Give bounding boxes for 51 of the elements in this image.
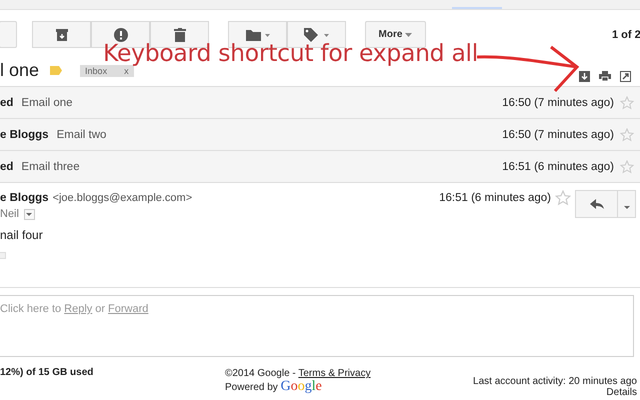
sender-name: ed — [0, 96, 14, 108]
exclamation-icon — [114, 28, 128, 42]
collapsed-message[interactable]: ed Email three 16:51 (6 minutes ago) — [0, 150, 640, 182]
archive-button[interactable] — [32, 21, 91, 48]
powered-by-text: Powered by — [225, 382, 278, 393]
copyright-text: ©2014 Google - — [225, 368, 296, 379]
reply-prompt: Click here to — [0, 303, 62, 315]
caret-icon — [624, 206, 630, 208]
collapsed-message[interactable]: e Bloggs Email two 16:50 (7 minutes ago) — [0, 118, 640, 150]
account-activity: Last account activity: 20 minutes ago — [473, 376, 637, 387]
archive-icon — [56, 28, 68, 40]
more-button[interactable]: More — [365, 21, 426, 48]
trash-icon — [174, 28, 186, 42]
star-icon[interactable] — [620, 160, 634, 174]
google-logo: Google — [280, 379, 322, 394]
sender-name: ed — [0, 160, 14, 172]
email-subject: l one — [0, 60, 40, 81]
new-window-icon[interactable] — [620, 71, 631, 82]
message-time: 16:51 (6 minutes ago) — [502, 160, 614, 172]
details-link[interactable]: Details — [606, 387, 637, 398]
reply-button[interactable] — [575, 190, 618, 218]
message-snippet: Email two — [56, 128, 106, 140]
terms-link[interactable]: Terms & Privacy — [298, 368, 371, 379]
label-text: Inbox — [85, 66, 108, 76]
folder-icon — [246, 28, 270, 40]
message-snippet: Email three — [21, 160, 80, 172]
sender-email: <joe.bloggs@example.com> — [52, 192, 192, 204]
star-icon[interactable] — [620, 128, 634, 142]
sender-name: e Bloggs — [0, 192, 49, 204]
print-icon[interactable] — [599, 71, 611, 81]
caret-icon — [405, 32, 412, 36]
label-marker-icon — [50, 66, 62, 75]
storage-usage: 12%) of 15 GB used — [0, 367, 94, 380]
reply-or-text: or — [95, 303, 106, 315]
recipient-name: Neil — [0, 208, 19, 220]
expand-all-icon[interactable] — [579, 71, 590, 82]
remove-label-button[interactable]: x — [124, 66, 129, 76]
star-icon[interactable] — [620, 96, 634, 110]
message-body: nail four — [0, 228, 44, 242]
details-dropdown[interactable] — [24, 208, 35, 220]
message-time: 16:51 (6 minutes ago) — [439, 192, 551, 204]
message-snippet: Email one — [21, 96, 73, 108]
message-time: 16:50 (7 minutes ago) — [502, 96, 614, 108]
message-time: 16:50 (7 minutes ago) — [502, 128, 614, 140]
page-counter: 1 of 2 — [612, 28, 640, 40]
sender-name: e Bloggs — [0, 128, 49, 140]
reply-arrow-icon — [590, 198, 604, 208]
star-icon[interactable] — [555, 190, 571, 206]
caret-icon — [26, 212, 32, 216]
tag-icon — [304, 28, 330, 42]
collapsed-message[interactable]: ed Email one 16:50 (7 minutes ago) — [0, 86, 640, 118]
